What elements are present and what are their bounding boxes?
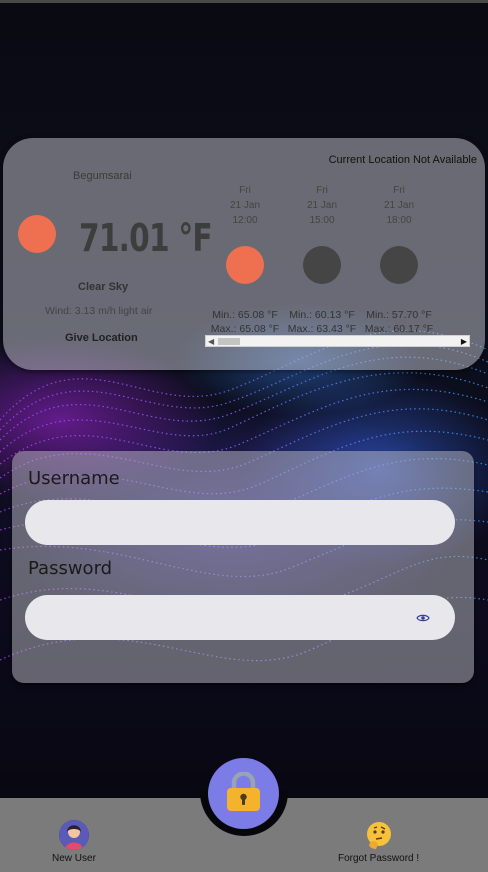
forecast-date: 21 Jan — [306, 200, 338, 211]
lock-icon — [227, 772, 260, 811]
forecast-day: Fri — [316, 185, 328, 196]
status-bar — [0, 0, 488, 3]
scroll-left-icon[interactable]: ◀ — [208, 336, 214, 347]
forecast-max: Max.: 60.17 °F — [364, 323, 434, 335]
forgot-password-label: Forgot Password ! — [338, 853, 420, 864]
forecast-item: Fri 21 Jan 12:00 Min.: 65.08 °F Max.: 65… — [205, 183, 285, 335]
username-label: Username — [28, 468, 120, 489]
forecast-time: 15:00 — [309, 215, 335, 226]
sun-icon — [226, 246, 264, 284]
weather-card: Begumsarai Current Location Not Availabl… — [3, 138, 485, 370]
forecast-max: Max.: 63.43 °F — [287, 323, 357, 335]
username-input[interactable] — [25, 500, 455, 545]
current-temperature: 71.01 °F — [79, 216, 213, 260]
forecast-min: Min.: 65.08 °F — [212, 309, 278, 321]
forecast-max: Max.: 65.08 °F — [210, 323, 280, 335]
scroll-right-icon[interactable]: ▶ — [461, 336, 467, 347]
new-user-button[interactable]: New User — [52, 820, 96, 864]
forecast-min: Min.: 60.13 °F — [289, 309, 355, 321]
user-avatar-icon — [58, 820, 89, 850]
forgot-password-button[interactable]: Forgot Password ! — [338, 820, 419, 864]
forecast-day: Fri — [393, 185, 405, 196]
new-user-label: New User — [52, 853, 96, 864]
background-image — [0, 0, 488, 872]
scrollbar-thumb[interactable] — [218, 338, 240, 345]
login-lock-button[interactable] — [208, 758, 279, 829]
login-card: Username Password — [12, 451, 474, 683]
wave-graphic — [0, 330, 488, 662]
thinking-face-icon — [364, 820, 394, 850]
forecast-date: 21 Jan — [229, 200, 261, 211]
wind-info: Wind: 3.13 m/h light air — [45, 305, 153, 317]
forecast-day: Fri — [239, 185, 251, 196]
password-input[interactable] — [25, 595, 455, 640]
give-location-button[interactable]: Give Location — [65, 332, 138, 344]
moon-icon — [303, 246, 341, 284]
forecast-item: Fri 21 Jan 15:00 Min.: 60.13 °F Max.: 63… — [282, 183, 362, 335]
forecast-date: 21 Jan — [383, 200, 415, 211]
current-location-status: Current Location Not Available — [328, 154, 477, 166]
moon-icon — [380, 246, 418, 284]
forecast-list[interactable]: Fri 21 Jan 12:00 Min.: 65.08 °F Max.: 65… — [205, 183, 470, 338]
weather-description: Clear Sky — [78, 281, 129, 293]
forecast-item: Fri 21 Jan 18:00 Min.: 57.70 °F Max.: 60… — [359, 183, 439, 335]
password-label: Password — [28, 558, 113, 579]
eye-icon[interactable] — [416, 611, 430, 625]
forecast-time: 18:00 — [386, 215, 412, 226]
forecast-time: 12:00 — [232, 215, 258, 226]
sun-icon — [18, 215, 56, 253]
forecast-scrollbar[interactable]: ◀ ▶ — [205, 335, 470, 347]
forecast-min: Min.: 57.70 °F — [366, 309, 432, 321]
city-name: Begumsarai — [73, 170, 132, 182]
